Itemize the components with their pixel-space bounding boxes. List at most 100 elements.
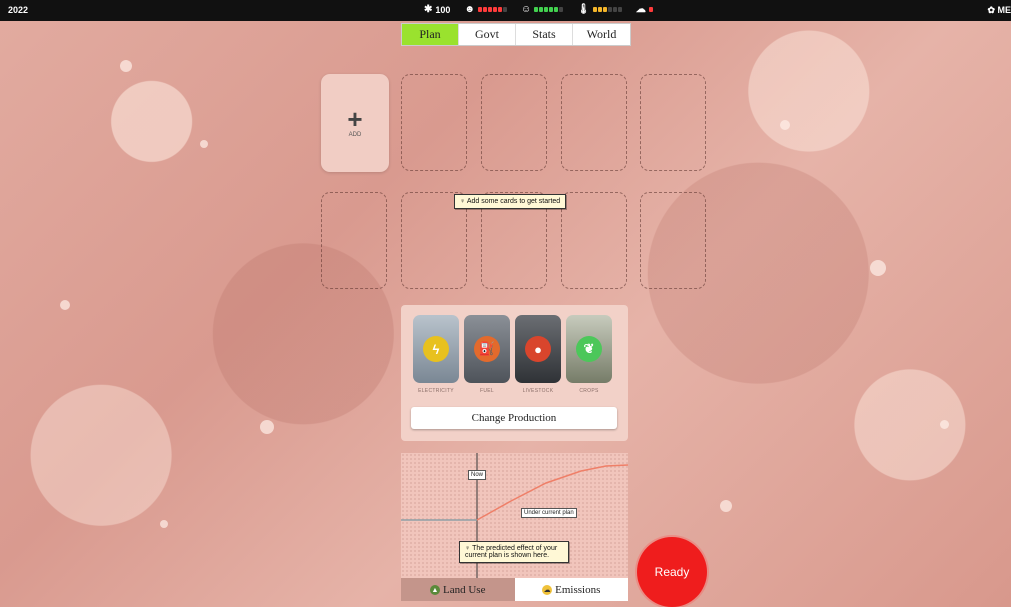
background-speck [260, 420, 274, 434]
livestock-icon: ● [525, 336, 551, 362]
production-label: CROPS [579, 388, 599, 394]
stats-strip: ✱ 100 ☻ ☺ 🌡 ☁ [424, 4, 653, 15]
meter-pip [549, 7, 554, 12]
tab-land-use[interactable]: ▲ Land Use [401, 578, 515, 601]
production-label: LIVESTOCK [522, 388, 554, 394]
stat-value: 100 [435, 4, 451, 15]
tab-label: Govt [475, 27, 499, 41]
card-slot[interactable] [561, 192, 627, 289]
background-speck [870, 260, 886, 276]
stat-skull: ☻ [464, 4, 507, 15]
gear-icon: ✿ [987, 5, 995, 15]
meter-pip [487, 7, 492, 12]
lightning-icon: ϟ [423, 336, 449, 362]
plan-label: Under current plan [521, 508, 577, 518]
meter-pip [597, 7, 602, 12]
top-status-bar: 2022 ✱ 100 ☻ ☺ 🌡 ☁ ✿ ME [0, 0, 1011, 21]
stat-meter [592, 7, 622, 12]
meter-pip [602, 7, 607, 12]
production-label: FUEL [480, 388, 494, 394]
land-use-icon: ▲ [430, 584, 441, 595]
meter-pip [544, 7, 549, 12]
meter-pip [554, 7, 559, 12]
ready-button[interactable]: Ready [637, 537, 707, 607]
main-tabs: Plan Govt Stats World [401, 23, 631, 46]
electricity-image: ϟ [413, 315, 459, 383]
crops-image: ❦ [566, 315, 612, 383]
meter-pip [534, 7, 539, 12]
meter-pip [607, 7, 612, 12]
production-electricity: ϟ ELECTRICITY [413, 315, 459, 394]
stat-thermometer: 🌡 [577, 4, 622, 15]
card-slot[interactable] [481, 74, 547, 171]
meter-pip [539, 7, 544, 12]
add-card-button[interactable]: + ADD [321, 74, 389, 172]
card-slot[interactable] [640, 74, 706, 171]
menu-label: ME [997, 5, 1011, 15]
background-speck [160, 520, 168, 528]
add-cards-tip: ♀ Add some cards to get started [454, 194, 567, 209]
meter-pip [612, 7, 617, 12]
tab-label: Land Use [443, 583, 486, 596]
background-speck [120, 60, 132, 72]
political-capital-icon: ✱ [424, 4, 433, 15]
emissions-icon: ☁ [542, 584, 553, 595]
lightbulb-icon: ♀ [465, 545, 471, 552]
tab-emissions[interactable]: ☁ Emissions [514, 578, 628, 601]
tab-label: Stats [532, 27, 556, 41]
meter-pip [492, 7, 497, 12]
meter-pip [592, 7, 597, 12]
tab-plan[interactable]: Plan [402, 24, 459, 45]
meter-pip [482, 7, 487, 12]
tip-text: Add some cards to get started [466, 198, 561, 205]
background-speck [720, 500, 732, 512]
tab-govt[interactable]: Govt [459, 24, 516, 45]
meter-pip [617, 7, 622, 12]
leaf-icon: ❦ [576, 336, 602, 362]
add-card-label: ADD [348, 132, 362, 138]
background-speck [780, 120, 790, 130]
card-slot[interactable] [561, 74, 627, 171]
lightbulb-icon: ♀ [460, 198, 466, 205]
meter-pip [477, 7, 482, 12]
tab-label: Emissions [555, 583, 601, 596]
card-slot[interactable] [321, 192, 387, 289]
background-speck [60, 300, 70, 310]
stat-meter [477, 7, 507, 12]
cloud-icon: ☁ [635, 4, 646, 15]
tip-text: The predicted effect of your current pla… [465, 545, 558, 559]
chart-tip: ♀ The predicted effect of your current p… [459, 541, 569, 563]
meter-pip [648, 7, 653, 12]
card-slot[interactable] [401, 74, 467, 171]
fuel-image: ⛽ [464, 315, 510, 383]
background-speck [200, 140, 208, 148]
production-livestock: ● LIVESTOCK [515, 315, 561, 394]
stat-meter [534, 7, 564, 12]
skull-icon: ☻ [464, 4, 475, 15]
smile-icon: ☺ [520, 4, 532, 15]
meter-pip [502, 7, 507, 12]
tab-label: World [586, 27, 617, 41]
fuel-pump-icon: ⛽ [474, 336, 500, 362]
prediction-chart-panel: Now Under current plan ♀ The predicted e… [401, 453, 628, 601]
thermometer-icon: 🌡 [577, 4, 590, 15]
tab-stats[interactable]: Stats [516, 24, 573, 45]
meter-pip [559, 7, 564, 12]
stat-smile: ☺ [520, 4, 564, 15]
now-label: Now [468, 470, 487, 480]
stat-meter [648, 7, 653, 12]
menu-button[interactable]: ✿ ME [987, 5, 1011, 16]
tab-world[interactable]: World [573, 24, 630, 45]
stat-political-capital: ✱ 100 [424, 4, 450, 15]
production-fuel: ⛽ FUEL [464, 315, 510, 394]
production-crops: ❦ CROPS [566, 315, 612, 394]
change-production-button[interactable]: Change Production [411, 407, 617, 429]
production-label: ELECTRICITY [418, 388, 454, 394]
livestock-image: ● [515, 315, 561, 383]
card-slot[interactable] [640, 192, 706, 289]
plus-icon: + [347, 104, 363, 134]
meter-pip [497, 7, 502, 12]
stat-cloud: ☁ [636, 4, 653, 15]
year-label: 2022 [8, 5, 29, 15]
tab-label: Plan [419, 27, 441, 41]
